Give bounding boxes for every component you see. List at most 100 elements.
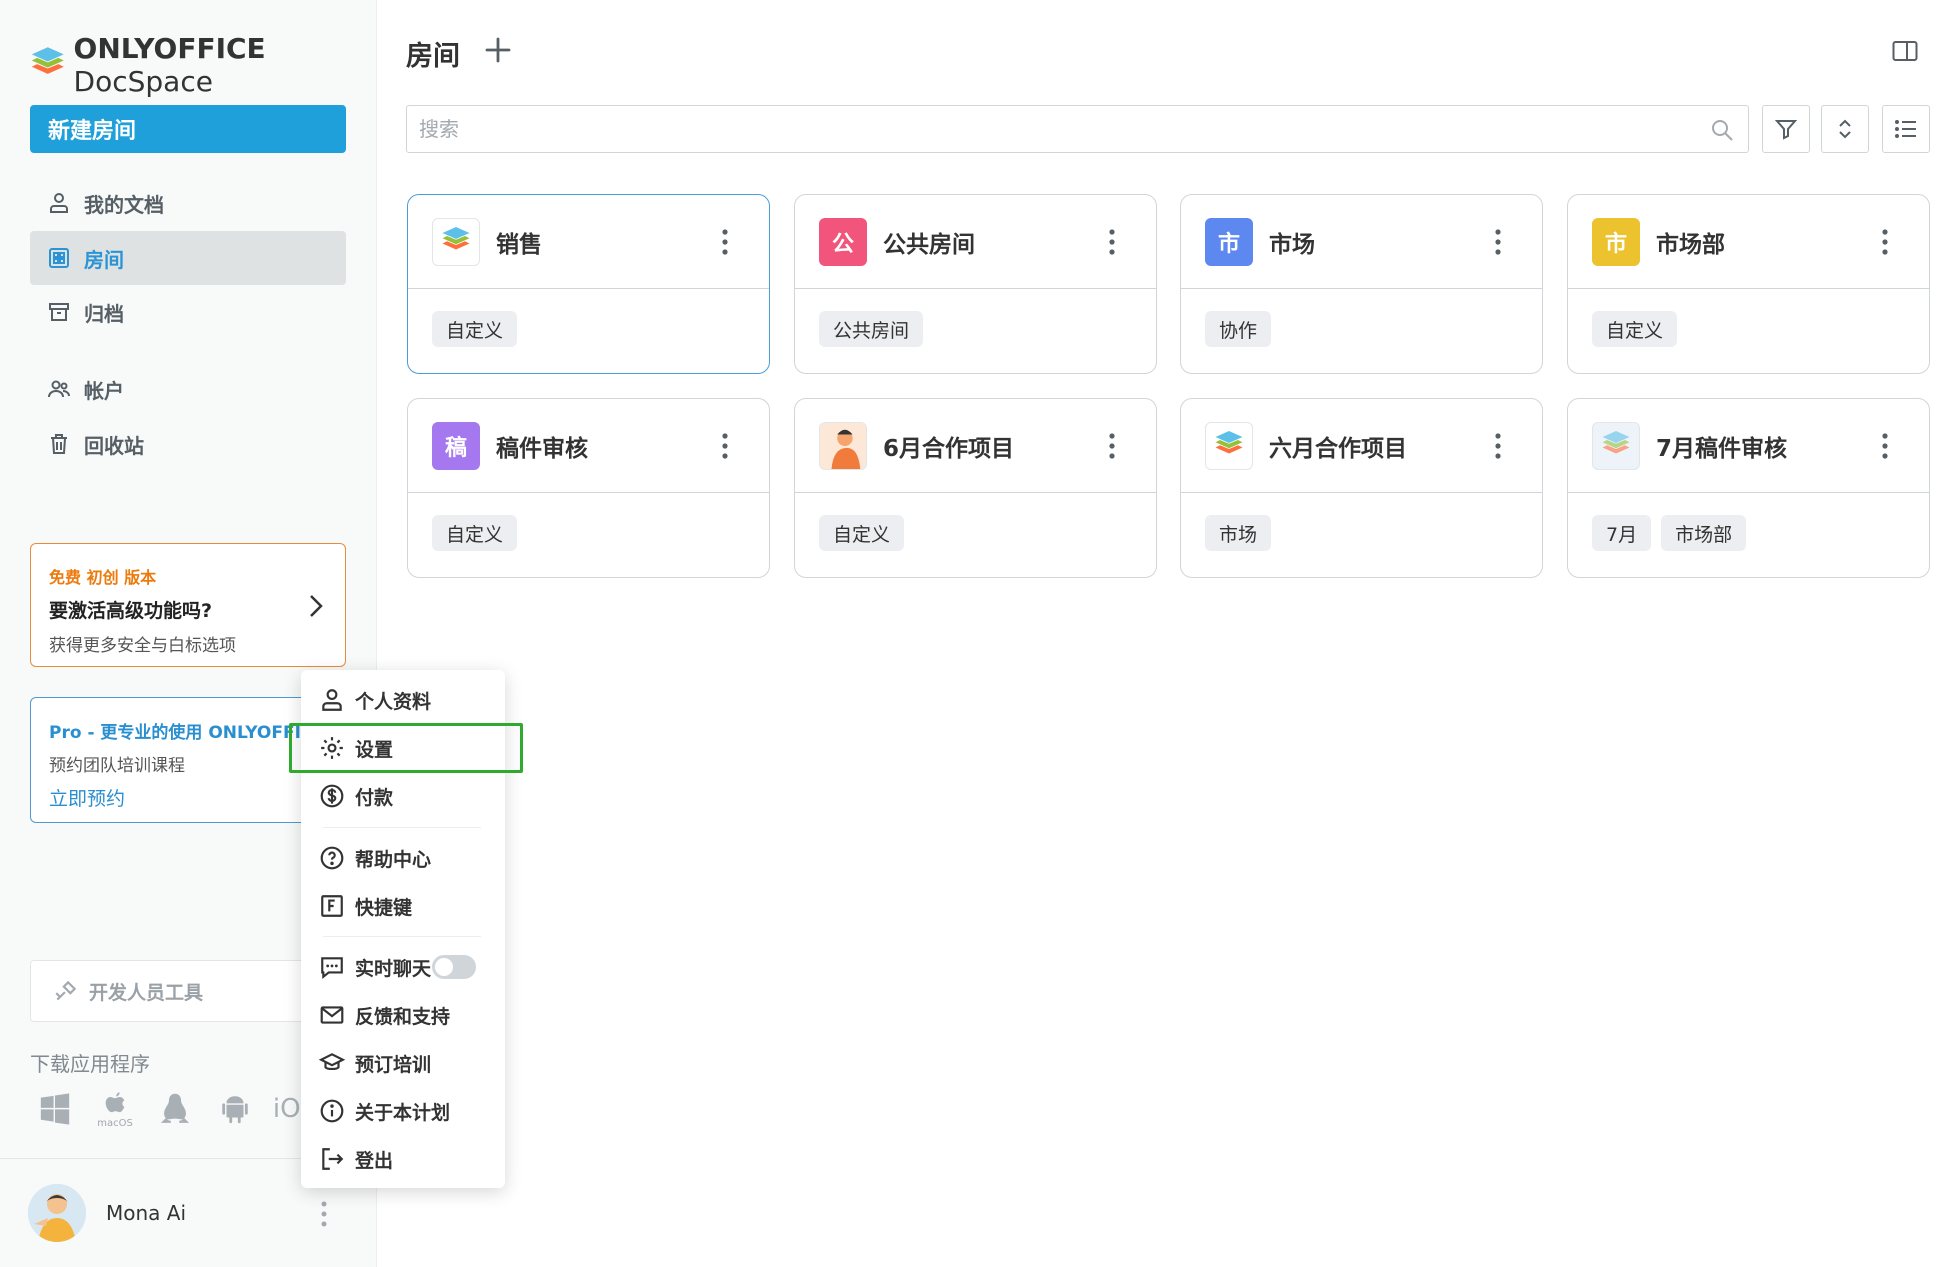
room-tag[interactable]: 市场部 (1661, 515, 1747, 551)
room-name: 公共房间 (883, 231, 975, 258)
room-tag[interactable]: 自定义 (1592, 311, 1678, 347)
room-logo-icon: 市 (1205, 217, 1253, 266)
room-tag[interactable]: 公共房间 (819, 311, 924, 347)
menu-item-label: 反馈和支持 (355, 1005, 451, 1028)
hotkeys-icon (321, 895, 343, 917)
list-view-icon (1895, 120, 1916, 138)
room-name: 六月合作项目 (1269, 435, 1407, 462)
room-tag[interactable]: 自定义 (432, 311, 518, 347)
menu-item-help-center[interactable]: 帮助中心 (319, 836, 489, 880)
user-name: Mona Ai (106, 1201, 187, 1225)
menu-item-payments[interactable]: 付款 (319, 774, 489, 818)
macos-caption: macOS (97, 1117, 133, 1129)
linux-icon[interactable] (156, 1088, 194, 1130)
sidebar-item-accounts[interactable]: 帐户 (30, 362, 346, 416)
app-logo[interactable]: ONLYOFFICE DocSpace (30, 32, 376, 98)
info-icon (320, 1099, 344, 1123)
room-card[interactable]: 市 市场部 自定义 (1567, 194, 1930, 374)
room-tag[interactable]: 自定义 (432, 515, 518, 551)
onlyoffice-logo-icon (31, 47, 64, 74)
promo-tag: 免费 初创 版本 (49, 568, 157, 587)
room-tag[interactable]: 自定义 (819, 515, 905, 551)
promo-subtitle: 获得更多安全与白标选项 (49, 636, 236, 656)
macos-icon[interactable]: macOS (96, 1088, 134, 1130)
sidebar-item-label: 帐户 (84, 378, 124, 403)
more-vertical-icon[interactable] (1881, 432, 1889, 460)
app-download-list: macOS iOS (36, 1088, 317, 1130)
room-tag[interactable]: 7月 (1592, 515, 1652, 551)
upgrade-promo-banner[interactable]: 免费 初创 版本 要激活高级功能吗? 获得更多安全与白标选项 (30, 543, 346, 667)
logo-text: ONLYOFFICE DocSpace (73, 32, 266, 98)
view-toggle-button[interactable] (1882, 105, 1930, 153)
more-vertical-icon[interactable] (1108, 432, 1116, 460)
more-vertical-icon[interactable] (318, 1199, 330, 1229)
menu-item-label: 关于本计划 (355, 1101, 451, 1124)
archive-icon (46, 299, 72, 325)
room-tag[interactable]: 协作 (1205, 311, 1272, 347)
developer-tools-label: 开发人员工具 (89, 981, 204, 1004)
more-vertical-icon[interactable] (1494, 432, 1502, 460)
promo-title: 要激活高级功能吗? (49, 600, 213, 622)
gear-icon (321, 737, 343, 759)
info-panel-toggle-icon[interactable] (1892, 40, 1918, 62)
menu-divider (323, 827, 481, 828)
room-card[interactable]: 7月稿件审核 7月 市场部 (1567, 398, 1930, 578)
room-card[interactable]: 公 公共房间 公共房间 (794, 194, 1157, 374)
logout-icon (322, 1148, 344, 1170)
more-vertical-icon[interactable] (1494, 228, 1502, 256)
android-icon[interactable] (216, 1088, 254, 1130)
new-room-button[interactable]: 新建房间 (30, 105, 346, 153)
room-logo-icon: 稿 (432, 421, 480, 470)
sidebar-item-trash[interactable]: 回收站 (30, 417, 346, 471)
developer-tools-button[interactable]: 开发人员工具 (30, 960, 346, 1022)
menu-item-settings[interactable]: 设置 (319, 726, 489, 770)
search-input[interactable] (407, 106, 1748, 152)
menu-item-book-training[interactable]: 预订培训 (319, 1041, 489, 1085)
room-logo-icon: 市 (1592, 217, 1640, 266)
book-now-link[interactable]: 立即预约 (49, 784, 327, 811)
menu-item-hotkeys[interactable]: 快捷键 (319, 884, 489, 928)
menu-item-label: 预订培训 (355, 1053, 432, 1076)
room-card[interactable]: 6月合作项目 自定义 (794, 398, 1157, 578)
menu-item-logout[interactable]: 登出 (319, 1137, 489, 1181)
menu-item-feedback[interactable]: 反馈和支持 (319, 993, 489, 1037)
trash-icon (46, 431, 72, 457)
sidebar-item-label: 房间 (84, 247, 124, 272)
pro-subtitle: 预约团队培训课程 (49, 756, 185, 776)
more-vertical-icon[interactable] (721, 228, 729, 256)
room-card[interactable]: 销售 自定义 (407, 194, 770, 374)
search-icon[interactable] (1710, 118, 1734, 142)
sidebar-item-archive[interactable]: 归档 (30, 285, 346, 339)
pro-title: Pro - 更专业的使用 ONLYOFFICE (49, 723, 325, 743)
room-card[interactable]: 市 市场 协作 (1180, 194, 1543, 374)
add-icon[interactable] (484, 36, 512, 64)
search-field[interactable] (406, 105, 1749, 153)
download-apps-label: 下载应用程序 (30, 1052, 150, 1076)
avatar[interactable] (28, 1184, 86, 1242)
room-logo-icon (432, 217, 480, 266)
room-logo-icon (1205, 421, 1253, 470)
help-icon (320, 846, 344, 870)
live-chat-toggle[interactable] (432, 955, 476, 979)
room-tag[interactable]: 市场 (1205, 515, 1272, 551)
sidebar-item-my-documents[interactable]: 我的文档 (30, 176, 346, 230)
menu-item-profile[interactable]: 个人资料 (319, 678, 489, 722)
menu-item-about[interactable]: 关于本计划 (319, 1089, 489, 1133)
room-name: 市场部 (1656, 231, 1725, 258)
profile-icon (322, 689, 342, 711)
room-card[interactable]: 稿 稿件审核 自定义 (407, 398, 770, 578)
more-vertical-icon[interactable] (721, 432, 729, 460)
sort-button[interactable] (1821, 105, 1869, 153)
menu-item-label: 帮助中心 (355, 848, 432, 871)
sidebar-item-rooms[interactable]: 房间 (30, 231, 346, 285)
room-logo-icon (1592, 421, 1640, 470)
rooms-grid-icon (46, 245, 72, 271)
more-vertical-icon[interactable] (1108, 228, 1116, 256)
dollar-icon (320, 784, 344, 808)
room-card[interactable]: 六月合作项目 市场 (1180, 398, 1543, 578)
more-vertical-icon[interactable] (1881, 228, 1889, 256)
filter-button[interactable] (1762, 105, 1810, 153)
pro-training-banner: Pro - 更专业的使用 ONLYOFFICE 预约团队培训课程 立即预约 (30, 697, 346, 823)
graduation-icon (319, 1053, 345, 1071)
windows-icon[interactable] (36, 1088, 74, 1130)
